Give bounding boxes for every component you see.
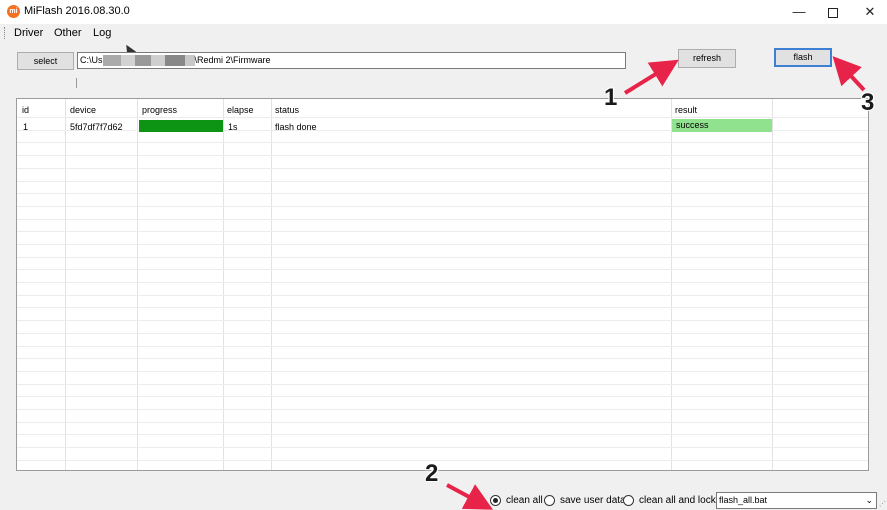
row-line: [17, 409, 868, 410]
maximize-icon: [828, 7, 838, 18]
row-line: [17, 422, 868, 423]
row-line: [17, 206, 868, 207]
menu-grip: [4, 27, 6, 39]
progress-fill: [139, 120, 223, 132]
menu-bar: Driver Other Log: [0, 24, 887, 42]
path-suffix: \Redmi 2\Firmware: [194, 55, 271, 65]
row-line: [17, 447, 868, 448]
row-line: [17, 257, 868, 258]
row-line: [17, 193, 868, 194]
device-table[interactable]: id device progress elapse status result …: [16, 98, 869, 471]
redacted-block: [184, 55, 195, 67]
row-line: [17, 269, 868, 270]
row-line: [17, 295, 868, 296]
row-line: [17, 155, 868, 156]
row-line: [17, 460, 868, 461]
row-line: [17, 307, 868, 308]
flash-button[interactable]: flash: [774, 48, 832, 67]
callout-1: 1: [604, 84, 618, 111]
row-line: [17, 320, 868, 321]
row-line: [17, 168, 868, 169]
path-prefix: C:\Us: [80, 55, 103, 65]
redacted-block: [150, 55, 165, 67]
callout-3: 3: [861, 89, 875, 116]
cell-result: success: [672, 119, 772, 132]
row-line: [17, 219, 868, 220]
row-line: [17, 396, 868, 397]
select-button[interactable]: select: [17, 52, 74, 70]
redacted-block: [120, 55, 135, 67]
cell-id: 1: [23, 122, 29, 132]
row-line: [17, 231, 868, 232]
radio-label-save-user-data[interactable]: save user data: [560, 495, 626, 506]
row-line: [17, 346, 868, 347]
radio-save-user-data[interactable]: [544, 495, 555, 506]
cell-status: flash done: [275, 122, 317, 132]
menu-driver[interactable]: Driver: [14, 27, 43, 39]
progress-bar: [139, 120, 223, 132]
row-line: [17, 142, 868, 143]
redacted-block: [164, 55, 185, 67]
divider: [76, 78, 77, 88]
close-button[interactable]: ✕: [852, 0, 887, 24]
column-header-device[interactable]: device: [70, 105, 96, 115]
column-header-status[interactable]: status: [275, 105, 299, 115]
cell-device: 5fd7df7f7d62: [70, 122, 123, 132]
row-line: [17, 181, 868, 182]
row-line: [17, 434, 868, 435]
row-line: [17, 244, 868, 245]
refresh-button[interactable]: refresh: [678, 49, 736, 68]
xiaomi-logo-icon: mi: [7, 5, 20, 18]
radio-label-clean-all-and-lock[interactable]: clean all and lock: [639, 495, 716, 506]
callout-2: 2: [425, 460, 439, 487]
firmware-path-input[interactable]: C:\Us \Redmi 2\Firmware: [77, 52, 626, 69]
redacted-block: [102, 55, 121, 67]
chevron-down-icon[interactable]: ⌄: [865, 493, 873, 508]
row-line: [17, 384, 868, 385]
maximize-button[interactable]: [815, 0, 851, 24]
row-line: [17, 117, 868, 118]
column-header-id[interactable]: id: [22, 105, 29, 115]
column-header-result[interactable]: result: [675, 105, 697, 115]
script-select[interactable]: flash_all.bat ⌄: [716, 492, 877, 509]
cell-elapse: 1s: [228, 122, 238, 132]
arrow-1: [623, 59, 679, 95]
script-select-value: flash_all.bat: [719, 495, 768, 505]
column-header-progress[interactable]: progress: [142, 105, 177, 115]
row-line: [17, 333, 868, 334]
row-line: [17, 282, 868, 283]
resize-grip-icon[interactable]: ⋰: [879, 500, 886, 508]
radio-label-clean-all[interactable]: clean all: [506, 495, 543, 506]
arrow-3: [832, 56, 866, 92]
radio-clean-all-and-lock[interactable]: [623, 495, 634, 506]
redacted-block: [134, 55, 151, 67]
window-title: MiFlash 2016.08.30.0: [24, 5, 130, 17]
menu-other[interactable]: Other: [54, 27, 82, 39]
menu-log[interactable]: Log: [93, 27, 111, 39]
row-line: [17, 371, 868, 372]
row-line: [17, 358, 868, 359]
radio-clean-all[interactable]: [490, 495, 501, 506]
column-header-elapse[interactable]: elapse: [227, 105, 254, 115]
minimize-button[interactable]: —: [781, 0, 817, 24]
title-bar: mi MiFlash 2016.08.30.0 — ✕: [0, 0, 887, 24]
